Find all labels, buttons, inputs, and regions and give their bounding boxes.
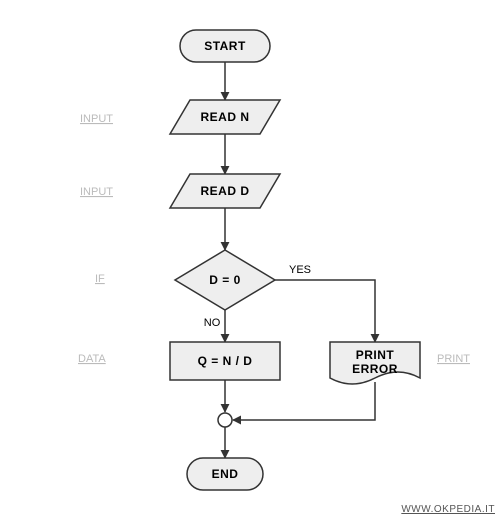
compute-text: Q = N / D (198, 354, 253, 368)
end-text: END (212, 467, 239, 481)
no-edge: NO (204, 310, 225, 342)
merge-connector (218, 413, 232, 427)
read-n-text: READ N (200, 110, 249, 124)
label-if: IF (95, 273, 105, 285)
footer-credit: WWW.OKPEDIA.IT (401, 504, 495, 515)
no-label: NO (204, 317, 221, 329)
decision-node: D = 0 (175, 250, 275, 310)
read-n-node: READ N (170, 100, 280, 134)
start-node: START (180, 30, 270, 62)
flowchart-diagram: INPUT INPUT IF DATA PRINT START READ N R… (0, 0, 500, 520)
yes-edge: YES (275, 264, 375, 342)
print-error-node: PRINT ERROR (330, 342, 420, 384)
print-error-text2: ERROR (352, 362, 398, 376)
yes-label: YES (289, 264, 311, 276)
print-error-text1: PRINT (356, 348, 395, 362)
read-d-text: READ D (200, 184, 249, 198)
decision-text: D = 0 (209, 273, 241, 287)
compute-node: Q = N / D (170, 342, 280, 380)
end-node: END (187, 458, 263, 490)
read-d-node: READ D (170, 174, 280, 208)
label-print: PRINT (437, 353, 470, 365)
label-input-1: INPUT (80, 113, 113, 125)
label-data: DATA (78, 353, 106, 365)
arrow (233, 382, 375, 420)
start-node-text: START (204, 39, 246, 53)
label-input-2: INPUT (80, 186, 113, 198)
